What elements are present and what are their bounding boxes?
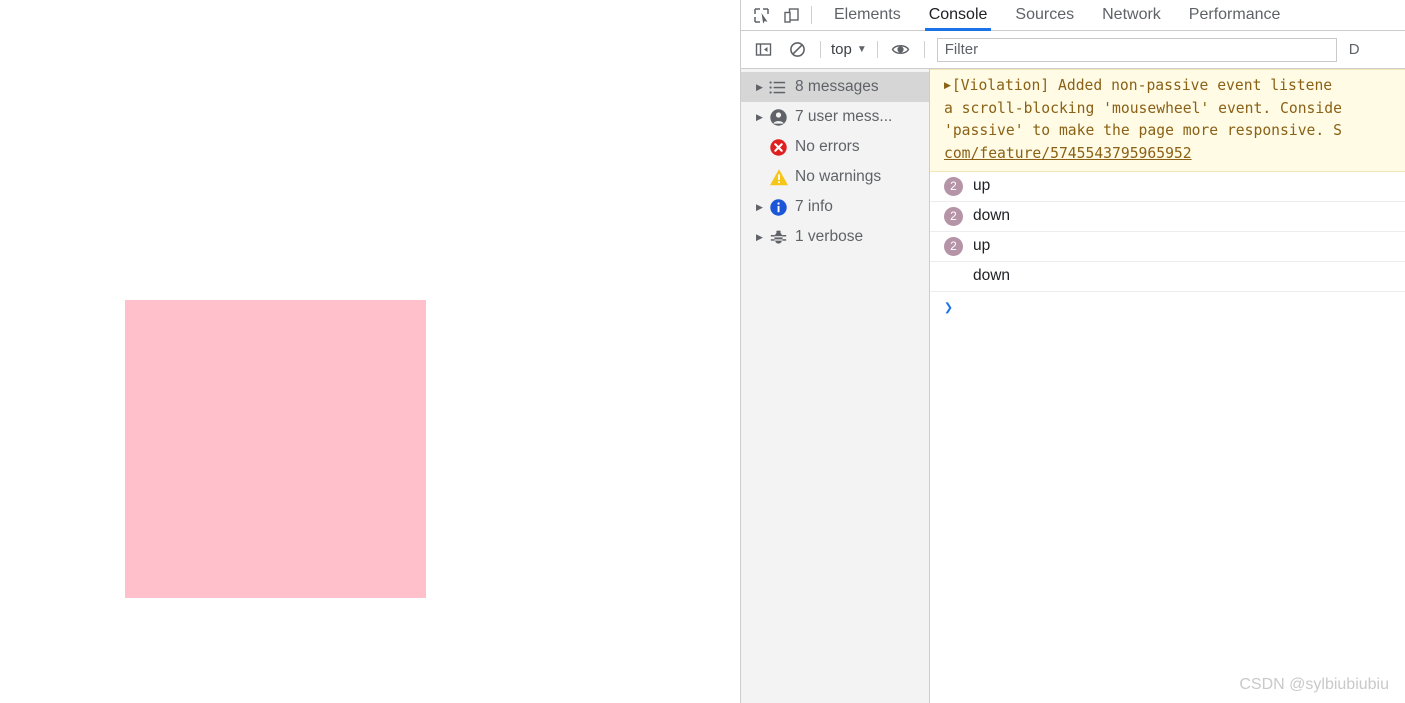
- sidebar-item-label: 7 info: [795, 198, 833, 215]
- tab-performance[interactable]: Performance: [1175, 0, 1295, 30]
- toolbar-divider-3: [923, 41, 925, 58]
- devtools-panel: Elements Console Sources Network Perform…: [740, 0, 1405, 703]
- web-page-viewport: [0, 0, 740, 703]
- console-log-row[interactable]: 2 up: [930, 172, 1405, 202]
- sidebar-item-label: 8 messages: [795, 78, 879, 95]
- console-log-row[interactable]: 2 up: [930, 232, 1405, 262]
- sidebar-item-label: 1 verbose: [795, 228, 864, 245]
- execution-context-selector[interactable]: top ▼: [831, 41, 867, 58]
- violation-line-2: a scroll-blocking 'mousewheel' event. Co…: [944, 99, 1342, 117]
- console-log-text: up: [973, 237, 991, 255]
- sidebar-item-user-messages[interactable]: ▶ 7 user mess...: [741, 102, 929, 132]
- tab-elements[interactable]: Elements: [820, 0, 915, 30]
- inspect-element-icon[interactable]: [747, 1, 775, 29]
- console-body: ▶ 8 messages ▶ 7 user mess... No errors …: [741, 69, 1405, 703]
- violation-warning-message[interactable]: ▶[Violation] Added non-passive event lis…: [930, 69, 1405, 172]
- chevron-down-icon: ▼: [856, 44, 867, 55]
- error-icon: [769, 138, 795, 157]
- console-output: ▶[Violation] Added non-passive event lis…: [930, 69, 1405, 703]
- tab-sources[interactable]: Sources: [1001, 0, 1088, 30]
- console-log-row[interactable]: down: [930, 262, 1405, 292]
- screenshot-root: Elements Console Sources Network Perform…: [0, 0, 1405, 703]
- tab-console[interactable]: Console: [915, 0, 1002, 31]
- repeat-count-badge: 2: [944, 206, 963, 226]
- violation-line-3: 'passive' to make the page more responsi…: [944, 122, 1342, 140]
- expand-arrow-icon[interactable]: ▶: [756, 112, 769, 122]
- sidebar-item-label: 7 user mess...: [795, 108, 893, 125]
- log-levels-dropdown[interactable]: D: [1349, 41, 1360, 58]
- sidebar-item-label: No warnings: [795, 168, 882, 185]
- tab-network[interactable]: Network: [1088, 0, 1175, 30]
- expand-arrow-icon[interactable]: ▶: [756, 82, 769, 92]
- warning-icon: [769, 168, 795, 187]
- console-prompt[interactable]: ❯: [930, 292, 1405, 322]
- sidebar-toggle-icon[interactable]: [750, 37, 776, 63]
- sidebar-item-messages[interactable]: ▶ 8 messages: [741, 72, 929, 102]
- user-icon: [769, 108, 795, 127]
- sidebar-item-verbose[interactable]: ▶ 1 verbose: [741, 222, 929, 252]
- sidebar-item-warnings[interactable]: No warnings: [741, 162, 929, 192]
- sidebar-item-label: No errors: [795, 138, 860, 155]
- info-icon: [769, 198, 795, 217]
- console-toolbar: top ▼ D: [741, 31, 1405, 69]
- expand-arrow-icon[interactable]: ▶: [756, 232, 769, 242]
- devtools-tabbar: Elements Console Sources Network Perform…: [741, 0, 1405, 31]
- console-log-text: up: [973, 177, 991, 195]
- filter-input[interactable]: [936, 37, 1337, 62]
- clear-console-icon[interactable]: [784, 37, 810, 63]
- toolbar-divider-1: [820, 41, 821, 58]
- console-log-text: down: [973, 207, 1011, 225]
- watermark: CSDN @sylbiubiubiu: [1239, 676, 1389, 693]
- list-icon: [769, 80, 795, 95]
- tabbar-divider: [811, 6, 812, 24]
- pink-square-element[interactable]: [125, 300, 426, 598]
- expand-arrow-icon[interactable]: ▶: [944, 74, 951, 97]
- console-sidebar: ▶ 8 messages ▶ 7 user mess... No errors …: [741, 69, 930, 703]
- eye-icon[interactable]: [888, 37, 914, 63]
- console-log-row[interactable]: 2 down: [930, 202, 1405, 232]
- prompt-chevron-icon: ❯: [944, 297, 954, 316]
- console-log-text: down: [973, 267, 1011, 285]
- violation-doc-link[interactable]: com/feature/5745543795965952: [944, 143, 1405, 166]
- sidebar-item-info[interactable]: ▶ 7 info: [741, 192, 929, 222]
- toolbar-divider-2: [876, 41, 878, 58]
- sidebar-item-errors[interactable]: No errors: [741, 132, 929, 162]
- repeat-count-badge: 2: [944, 176, 963, 196]
- verbose-bug-icon: [769, 228, 795, 247]
- repeat-count-badge: 2: [944, 236, 963, 256]
- device-toolbar-icon[interactable]: [777, 1, 805, 29]
- execution-context-label: top: [831, 41, 852, 58]
- expand-arrow-icon[interactable]: ▶: [756, 202, 769, 212]
- violation-line-1: ▶[Violation] Added non-passive event lis…: [944, 74, 1405, 98]
